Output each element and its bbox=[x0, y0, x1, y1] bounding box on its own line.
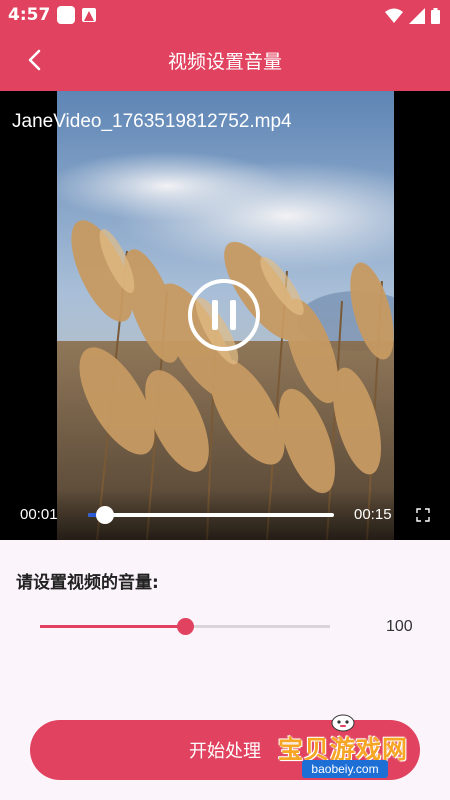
watermark: 宝贝游戏网 baobeiy.com bbox=[272, 712, 422, 792]
notification-icon bbox=[57, 6, 75, 24]
video-controls: 00:01 00:15 bbox=[0, 489, 450, 540]
pause-icon-bar bbox=[230, 300, 236, 330]
video-player[interactable]: JaneVideo_1763519812752.mp4 00:01 00:15 bbox=[0, 91, 450, 540]
status-right bbox=[385, 6, 440, 26]
video-filename: JaneVideo_1763519812752.mp4 bbox=[12, 111, 292, 132]
current-time: 00:01 bbox=[20, 506, 58, 523]
seek-bar[interactable] bbox=[88, 506, 334, 524]
volume-slider-fill bbox=[40, 625, 185, 628]
status-time: 4:57 bbox=[8, 5, 51, 25]
volume-slider[interactable] bbox=[40, 618, 330, 635]
fullscreen-icon bbox=[416, 508, 430, 522]
duration: 00:15 bbox=[354, 506, 392, 523]
watermark-domain: baobeiy.com bbox=[302, 760, 388, 778]
volume-value: 100 bbox=[386, 618, 413, 635]
page-title: 视频设置音量 bbox=[167, 51, 282, 73]
fullscreen-button[interactable] bbox=[416, 507, 430, 522]
battery-icon bbox=[431, 8, 440, 24]
pause-button[interactable] bbox=[188, 279, 260, 351]
status-bar: 4:57 bbox=[0, 0, 450, 32]
signal-icon bbox=[409, 8, 425, 24]
mascot-icon bbox=[331, 714, 355, 732]
start-processing-label: 开始处理 bbox=[189, 741, 261, 762]
volume-slider-thumb[interactable] bbox=[177, 618, 194, 635]
volume-label: 请设置视频的音量: bbox=[16, 573, 159, 593]
android-auto-icon bbox=[82, 8, 96, 22]
pause-icon bbox=[212, 300, 218, 330]
volume-panel: 请设置视频的音量: 100 开始处理 宝贝游戏网 baobeiy.com bbox=[0, 540, 450, 800]
seek-thumb[interactable] bbox=[96, 506, 115, 524]
wifi-icon bbox=[385, 8, 403, 23]
top-bar: 4:57 视频设置音量 bbox=[0, 0, 450, 91]
